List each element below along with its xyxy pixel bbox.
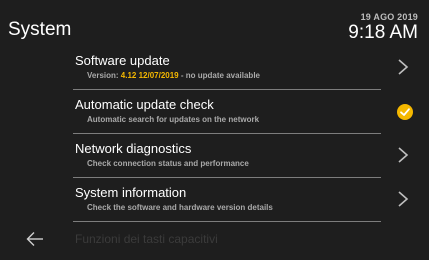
- capacitive-keys-item[interactable]: Funzioni dei tasti capacitivi: [73, 222, 429, 246]
- automatic-update-check-subtitle: Automatic search for updates on the netw…: [87, 115, 260, 124]
- system-information-item[interactable]: System information Check the software an…: [73, 178, 429, 222]
- network-diagnostics-label: Network diagnostics: [75, 141, 192, 156]
- software-update-subtitle: Version: 4.12 12/07/2019 - no update ava…: [87, 71, 260, 80]
- system-screen: System 19 AGO 2019 9:18 AM Software upda…: [0, 0, 429, 260]
- automatic-update-check-label: Automatic update check: [75, 97, 214, 112]
- system-information-subtitle: Check the software and hardware version …: [87, 203, 273, 212]
- chevron-right-icon: [398, 59, 409, 75]
- network-diagnostics-subtitle: Check connection status and performance: [87, 159, 249, 168]
- version-status: - no update available: [178, 71, 260, 80]
- automatic-update-check-item[interactable]: Automatic update check Automatic search …: [73, 90, 429, 134]
- settings-list: Software update Version: 4.12 12/07/2019…: [73, 46, 429, 246]
- capacitive-keys-label: Funzioni dei tasti capacitivi: [75, 232, 218, 246]
- check-circle-icon[interactable]: [397, 104, 413, 120]
- chevron-right-icon: [398, 191, 409, 207]
- clock-display: 9:18 AM: [348, 22, 418, 43]
- chevron-right-icon: [398, 147, 409, 163]
- system-information-label: System information: [75, 185, 187, 200]
- page-title: System: [8, 19, 72, 40]
- date-display: 19 AGO 2019: [360, 12, 418, 22]
- version-prefix: Version:: [87, 71, 121, 80]
- software-update-label: Software update: [75, 53, 170, 68]
- version-value: 4.12 12/07/2019: [120, 71, 179, 80]
- arrow-left-icon[interactable]: [26, 231, 44, 247]
- network-diagnostics-item[interactable]: Network diagnostics Check connection sta…: [73, 134, 429, 178]
- software-update-item[interactable]: Software update Version: 4.12 12/07/2019…: [73, 46, 429, 90]
